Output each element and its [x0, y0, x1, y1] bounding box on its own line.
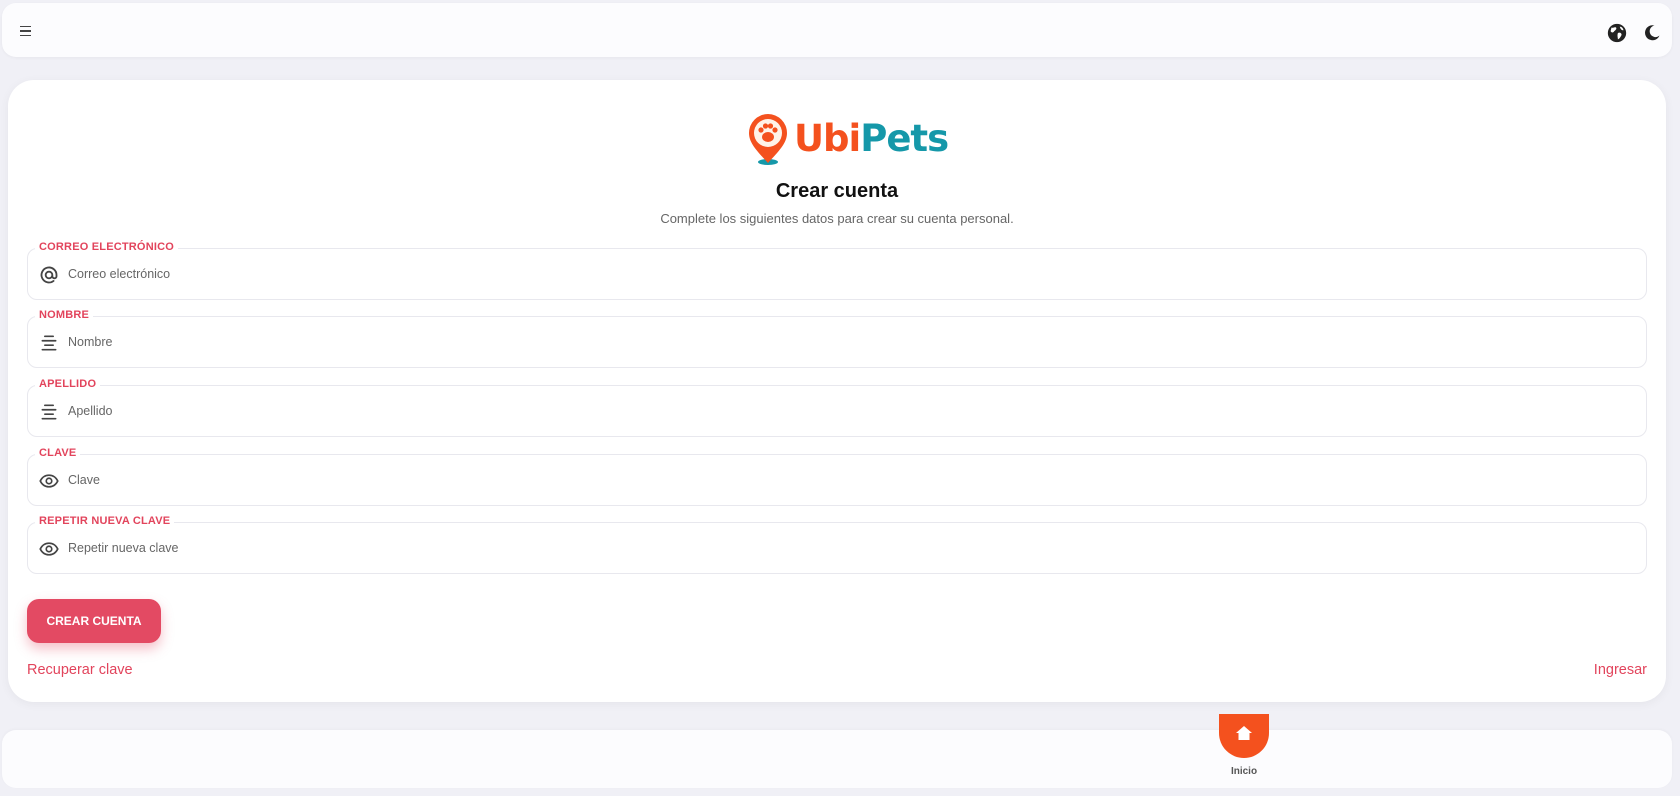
create-account-button[interactable]: CREAR CUENTA: [27, 599, 161, 643]
last-name-input[interactable]: [68, 400, 1628, 422]
globe-icon[interactable]: [1606, 22, 1628, 44]
login-link[interactable]: Ingresar: [1594, 662, 1647, 678]
brand-name-pets: Pets: [860, 117, 949, 160]
ubipets-logo: UbiPets: [740, 113, 950, 169]
moon-icon[interactable]: [1642, 23, 1662, 43]
confirm-password-input[interactable]: [68, 537, 1628, 559]
eye-icon[interactable]: [39, 539, 59, 559]
home-icon: [1236, 726, 1252, 740]
last-name-label: APELLIDO: [35, 378, 101, 390]
last-name-field[interactable]: APELLIDO: [27, 378, 1647, 437]
align-center-icon: [41, 404, 57, 420]
email-field[interactable]: CORREO ELECTRÓNICO: [27, 241, 1647, 300]
top-bar: [2, 3, 1672, 57]
brand-name: UbiPets: [794, 117, 949, 160]
align-center-icon: [41, 335, 57, 351]
signup-card: UbiPets Crear cuenta Complete los siguie…: [8, 80, 1666, 702]
paw-pin-icon: [749, 114, 787, 165]
page-title: Crear cuenta: [775, 180, 899, 202]
confirm-password-field[interactable]: REPETIR NUEVA CLAVE: [27, 515, 1647, 574]
menu-icon[interactable]: [16, 21, 36, 41]
password-input[interactable]: [68, 469, 1628, 491]
first-name-input[interactable]: [68, 331, 1628, 353]
at-icon: [40, 266, 58, 284]
first-name-field[interactable]: NOMBRE: [27, 309, 1647, 368]
email-label: CORREO ELECTRÓNICO: [35, 241, 178, 253]
confirm-password-label: REPETIR NUEVA CLAVE: [35, 515, 175, 527]
recover-password-link[interactable]: Recuperar clave: [27, 662, 133, 678]
password-label: CLAVE: [35, 447, 81, 459]
password-field[interactable]: CLAVE: [27, 447, 1647, 506]
eye-icon[interactable]: [39, 471, 59, 491]
bottom-nav: [2, 730, 1672, 788]
first-name-label: NOMBRE: [35, 309, 94, 321]
page-subtitle: Complete los siguientes datos para crear…: [660, 211, 1014, 226]
home-label[interactable]: Inicio: [1214, 766, 1274, 777]
email-input[interactable]: [68, 263, 1628, 285]
brand-name-ubi: Ubi: [794, 117, 861, 160]
